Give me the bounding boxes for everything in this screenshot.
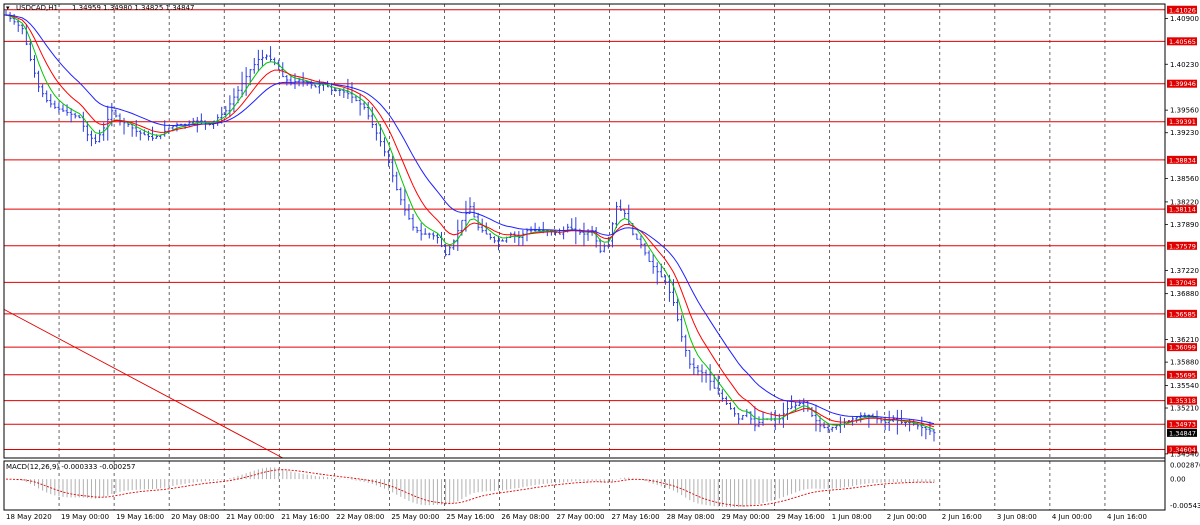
x-tick-label: 1 Jun 08:00 — [832, 513, 872, 521]
x-tick-label: 20 May 08:00 — [171, 513, 219, 521]
grid — [58, 4, 1106, 510]
x-tick-label: 2 Jun 00:00 — [887, 513, 927, 521]
x-tick-label: 19 May 16:00 — [116, 513, 164, 521]
level-price-label: 1.34973 — [1169, 421, 1196, 429]
y-tick-label: 1.39560 — [1170, 107, 1199, 115]
axes: 18 May 2020 19 May 00:00 19 May 16:00 20 Ma… — [3, 3, 1199, 521]
x-tick-label: 27 May 16:00 — [612, 513, 660, 521]
level-price-label: 1.37579 — [1169, 242, 1196, 250]
ohlc-readout: 1.34959 1.34980 1.34825 1.34847 — [72, 4, 194, 12]
x-tick-label: 21 May 00:00 — [226, 513, 274, 521]
level-price-label: 1.41026 — [1169, 6, 1196, 14]
moving-average-line — [5, 14, 935, 425]
x-tick-label: 28 May 08:00 — [667, 513, 715, 521]
level-price-label: 1.37045 — [1169, 279, 1196, 287]
trendline-down — [3, 309, 283, 459]
moving-average-line — [5, 14, 935, 428]
price-chart[interactable]: 1.41026 1.40565 1.39946 1.39391 1.38834 1.381… — [0, 0, 1200, 525]
macd-y-tick-label: 0.002876 — [1170, 462, 1200, 470]
x-tick-label: 21 May 16:00 — [281, 513, 329, 521]
current-price-label: 1.34847 — [1169, 429, 1196, 437]
macd-panel-frame — [3, 460, 1166, 511]
y-tick-label: 1.35880 — [1170, 359, 1199, 367]
x-tick-label: 3 Jun 08:00 — [997, 513, 1037, 521]
x-tick-label: 29 May 16:00 — [777, 513, 825, 521]
symbol-title: USDCAD,H1 — [16, 4, 58, 12]
moving-average-line — [5, 14, 935, 430]
level-price-label: 1.38114 — [1169, 206, 1196, 214]
y-tick-label: 1.37220 — [1170, 267, 1199, 275]
y-tick-label: 1.36210 — [1170, 336, 1199, 344]
level-price-label: 1.36585 — [1169, 310, 1196, 318]
y-tick-label: 1.36880 — [1170, 290, 1199, 298]
level-price-label: 1.39391 — [1169, 118, 1196, 126]
trendline — [3, 309, 283, 459]
y-tick-label: 1.39230 — [1170, 129, 1199, 137]
x-tick-label: 26 May 08:00 — [501, 513, 549, 521]
candles — [4, 9, 936, 442]
x-tick-label: 2 Jun 16:00 — [942, 513, 982, 521]
x-tick-label: 18 May 2020 — [6, 513, 52, 521]
y-tick-label: 1.35210 — [1170, 405, 1199, 413]
chevron-down-icon[interactable]: ▾ — [6, 4, 10, 12]
level-price-label: 1.39946 — [1169, 80, 1196, 88]
moving-averages — [5, 14, 935, 430]
macd-title: MACD(12,26,9) -0.000333 -0.000257 — [6, 463, 135, 471]
x-tick-label: 22 May 08:00 — [336, 513, 384, 521]
chart-window: 1.41026 1.40565 1.39946 1.39391 1.38834 1.381… — [0, 0, 1200, 525]
y-tick-label: 1.37890 — [1170, 221, 1199, 229]
level-price-label: 1.36099 — [1169, 344, 1196, 352]
y-tick-label: 1.40900 — [1170, 15, 1199, 23]
y-tick-label: 1.34540 — [1170, 450, 1199, 458]
y-tick-label: 1.35540 — [1170, 382, 1199, 390]
x-tick-label: 29 May 00:00 — [722, 513, 770, 521]
level-price-label: 1.40565 — [1169, 38, 1196, 46]
y-tick-label: 1.38560 — [1170, 175, 1199, 183]
level-price-label: 1.38834 — [1169, 156, 1196, 164]
x-tick-label: 19 May 00:00 — [61, 513, 109, 521]
y-tick-label: 1.38220 — [1170, 198, 1199, 206]
x-tick-label: 27 May 00:00 — [556, 513, 604, 521]
resistance-levels: 1.41026 1.40565 1.39946 1.39391 1.38834 1.381… — [4, 5, 1197, 454]
x-tick-label: 4 Jun 16:00 — [1107, 513, 1147, 521]
x-tick-label: 4 Jun 00:00 — [1052, 513, 1092, 521]
macd-y-tick-label: -0.005433 — [1170, 502, 1200, 510]
y-tick-label: 1.40230 — [1170, 61, 1199, 69]
level-price-label: 1.35695 — [1169, 371, 1196, 379]
x-tick-label: 25 May 00:00 — [391, 513, 439, 521]
x-tick-label: 25 May 16:00 — [446, 513, 494, 521]
macd-panel: 0.002876 0.00 -0.005433 — [5, 462, 1200, 510]
macd-y-tick-label: 0.00 — [1170, 476, 1186, 484]
